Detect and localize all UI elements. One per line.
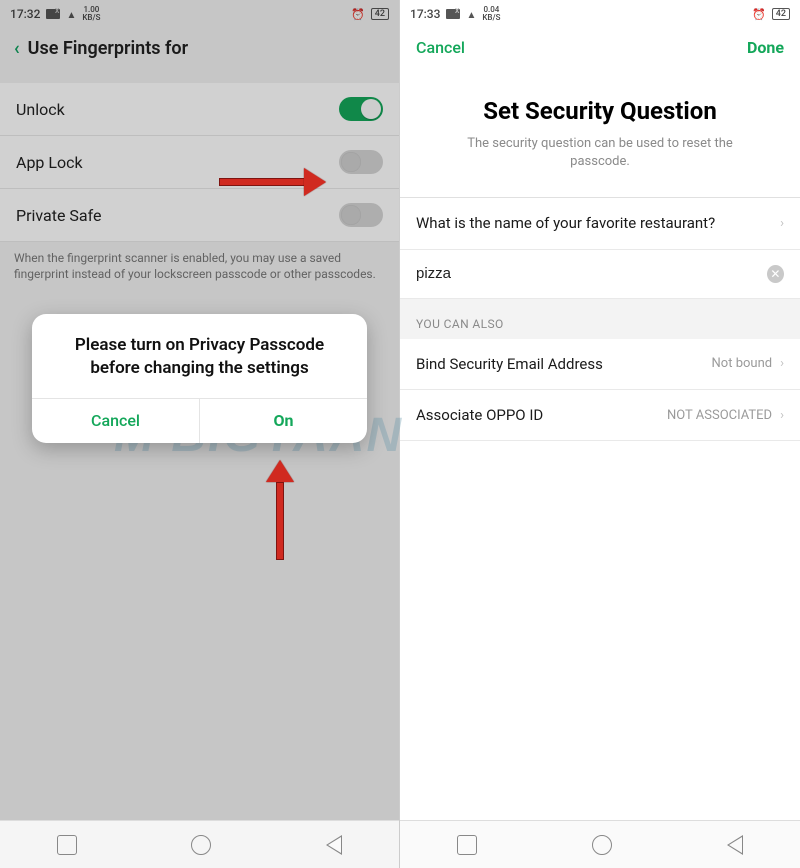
status-bar: 17:32 1.00KB/S 42: [0, 0, 399, 28]
row-label: Associate OPPO ID: [416, 405, 667, 425]
toggle-switch[interactable]: [339, 97, 383, 121]
security-answer-field[interactable]: ✕: [400, 250, 800, 299]
setting-label: Private Safe: [16, 206, 102, 225]
section-header: YOU CAN ALSO: [400, 299, 800, 339]
nav-back-icon[interactable]: [326, 835, 342, 855]
page-header: ‹ Use Fingerprints for: [0, 28, 399, 73]
page-title: Set Security Question: [400, 63, 800, 125]
dialog-cancel-button[interactable]: Cancel: [32, 399, 199, 443]
chevron-right-icon: ›: [780, 216, 784, 231]
right-screenshot: 17:33 0.04KB/S 42 Cancel Done Set Securi…: [400, 0, 800, 868]
nav-recents-icon[interactable]: [457, 835, 477, 855]
left-screenshot: 17:32 1.00KB/S 42 ‹ Use Fingerprints for…: [0, 0, 400, 868]
clear-icon[interactable]: ✕: [767, 265, 784, 283]
toggle-switch[interactable]: [339, 150, 383, 174]
setting-row-applock[interactable]: App Lock: [0, 136, 399, 189]
toggle-switch[interactable]: [339, 203, 383, 227]
answer-input[interactable]: [416, 265, 767, 282]
done-button[interactable]: Done: [747, 38, 784, 57]
privacy-passcode-dialog: Please turn on Privacy Passcode before c…: [32, 314, 367, 443]
nav-recents-icon[interactable]: [57, 835, 77, 855]
security-question-selector[interactable]: What is the name of your favorite restau…: [400, 198, 800, 249]
nav-home-icon[interactable]: [191, 835, 211, 855]
footnote-text: When the fingerprint scanner is enabled,…: [0, 242, 399, 294]
associate-oppo-row[interactable]: Associate OPPO ID NOT ASSOCIATED ›: [400, 390, 800, 441]
alarm-icon: [351, 7, 365, 21]
page-title: Use Fingerprints for: [28, 38, 188, 59]
dialog-message: Please turn on Privacy Passcode before c…: [32, 314, 367, 398]
alarm-icon: [752, 7, 766, 21]
page-subtitle: The security question can be used to res…: [400, 125, 800, 197]
cancel-button[interactable]: Cancel: [416, 38, 465, 57]
chevron-right-icon: ›: [780, 356, 784, 371]
wifi-icon: [66, 7, 76, 21]
android-navbar: [400, 820, 800, 868]
status-time: 17:33: [410, 7, 440, 21]
bind-email-row[interactable]: Bind Security Email Address Not bound ›: [400, 339, 800, 390]
modal-header: Cancel Done: [400, 28, 800, 63]
sim-icon: [46, 9, 60, 19]
row-label: Bind Security Email Address: [416, 354, 712, 374]
nav-home-icon[interactable]: [592, 835, 612, 855]
status-bar: 17:33 0.04KB/S 42: [400, 0, 800, 28]
setting-row-privatesafe[interactable]: Private Safe: [0, 189, 399, 242]
battery-indicator: 42: [371, 8, 389, 20]
android-navbar: [0, 820, 399, 868]
status-time: 17:32: [10, 7, 40, 21]
sim-icon: [446, 9, 460, 19]
nav-back-icon[interactable]: [727, 835, 743, 855]
tutorial-composite: 17:32 1.00KB/S 42 ‹ Use Fingerprints for…: [0, 0, 800, 868]
chevron-right-icon: ›: [780, 408, 784, 423]
network-speed: 1.00KB/S: [82, 6, 100, 22]
dialog-on-button[interactable]: On: [199, 399, 367, 443]
question-label: What is the name of your favorite restau…: [416, 213, 772, 233]
annotation-arrow-on: [266, 460, 294, 560]
row-value: NOT ASSOCIATED: [667, 408, 772, 423]
network-speed: 0.04KB/S: [482, 6, 500, 22]
setting-label: Unlock: [16, 100, 65, 119]
setting-row-unlock[interactable]: Unlock: [0, 83, 399, 136]
back-icon[interactable]: ‹: [14, 38, 20, 59]
row-value: Not bound: [712, 356, 773, 371]
setting-label: App Lock: [16, 153, 83, 172]
wifi-icon: [466, 7, 476, 21]
battery-indicator: 42: [772, 8, 790, 20]
